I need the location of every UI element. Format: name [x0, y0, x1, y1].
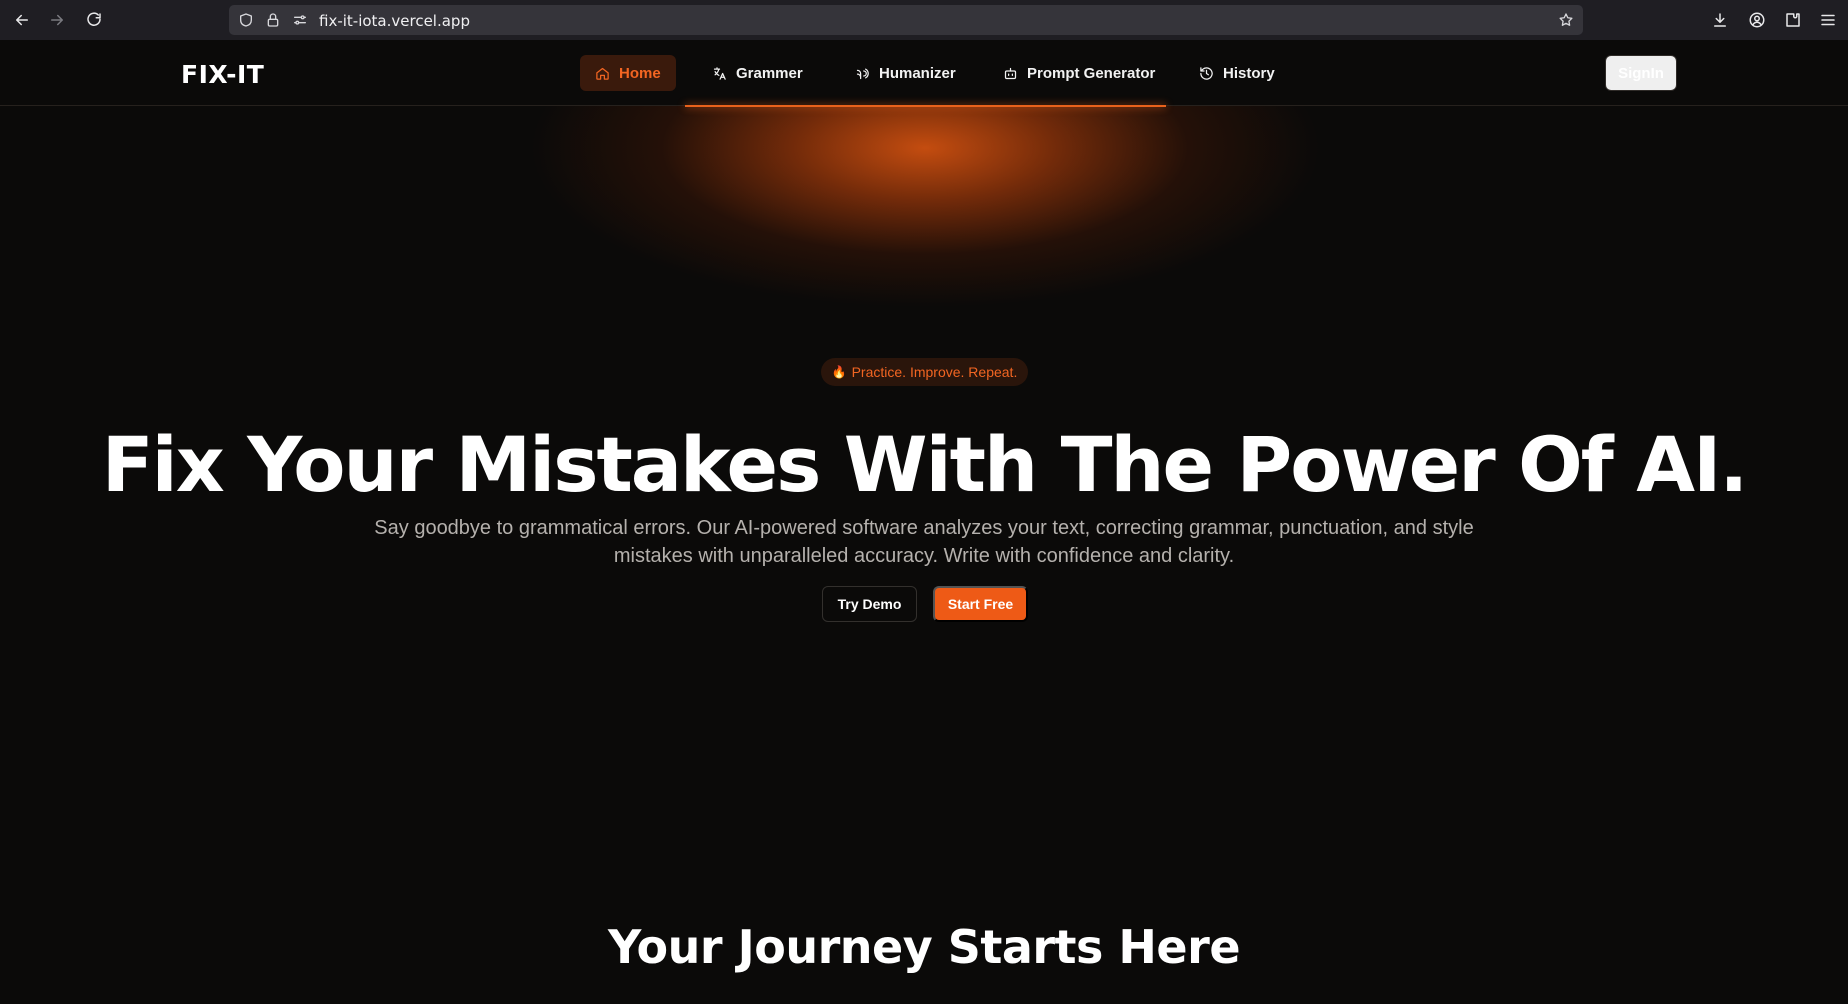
glow-line [685, 105, 1166, 107]
try-demo-button[interactable]: Try Demo [822, 586, 917, 622]
shield-icon[interactable] [238, 12, 254, 28]
reload-icon[interactable] [82, 8, 106, 32]
url-text[interactable]: fix-it-iota.vercel.app [319, 12, 470, 30]
nav-prompt-generator-label: Prompt Generator [1027, 64, 1156, 82]
menu-icon[interactable] [1817, 9, 1839, 31]
nav-humanizer[interactable]: Humanizer [840, 55, 971, 91]
translate-icon [713, 66, 726, 80]
nav-humanizer-label: Humanizer [879, 64, 956, 82]
nav-prompt-generator[interactable]: Prompt Generator [988, 55, 1170, 91]
nav-grammer-label: Grammer [736, 64, 803, 82]
tagline-text: Practice. Improve. Repeat. [851, 364, 1018, 380]
signin-button[interactable]: SignIn [1605, 55, 1677, 91]
browser-toolbar: fix-it-iota.vercel.app [0, 0, 1848, 40]
lock-icon[interactable] [265, 12, 281, 28]
nav-home-label: Home [619, 64, 661, 82]
logo[interactable]: FIX-IT [181, 60, 264, 89]
download-icon[interactable] [1709, 9, 1731, 31]
site-header: FIX-IT Home Grammer Humanizer Prompt Gen… [0, 40, 1848, 106]
hero-subtitle: Say goodbye to grammatical errors. Our A… [374, 517, 1474, 567]
voice-icon [856, 68, 869, 79]
site-permissions-icon[interactable] [292, 12, 308, 28]
history-icon [1200, 66, 1213, 80]
url-bar[interactable]: fix-it-iota.vercel.app [229, 5, 1583, 35]
start-free-button[interactable]: Start Free [933, 586, 1028, 622]
fire-icon: 🔥 [831, 365, 847, 379]
robot-icon [1004, 67, 1017, 79]
extensions-icon[interactable] [1782, 9, 1804, 31]
journey-section-title: Your Journey Starts Here [607, 920, 1241, 974]
nav-history[interactable]: History [1184, 55, 1290, 91]
hero-title: Fix Your Mistakes With The Power Of AI. [101, 420, 1748, 509]
home-icon [596, 67, 609, 80]
account-icon[interactable] [1746, 9, 1768, 31]
tagline-badge: 🔥 Practice. Improve. Repeat. [821, 358, 1028, 386]
forward-icon[interactable] [45, 8, 69, 32]
nav-home[interactable]: Home [580, 55, 676, 91]
nav-history-label: History [1223, 64, 1275, 82]
back-icon[interactable] [10, 8, 34, 32]
nav-grammer[interactable]: Grammer [697, 55, 818, 91]
bookmark-star-icon[interactable] [1558, 12, 1574, 28]
